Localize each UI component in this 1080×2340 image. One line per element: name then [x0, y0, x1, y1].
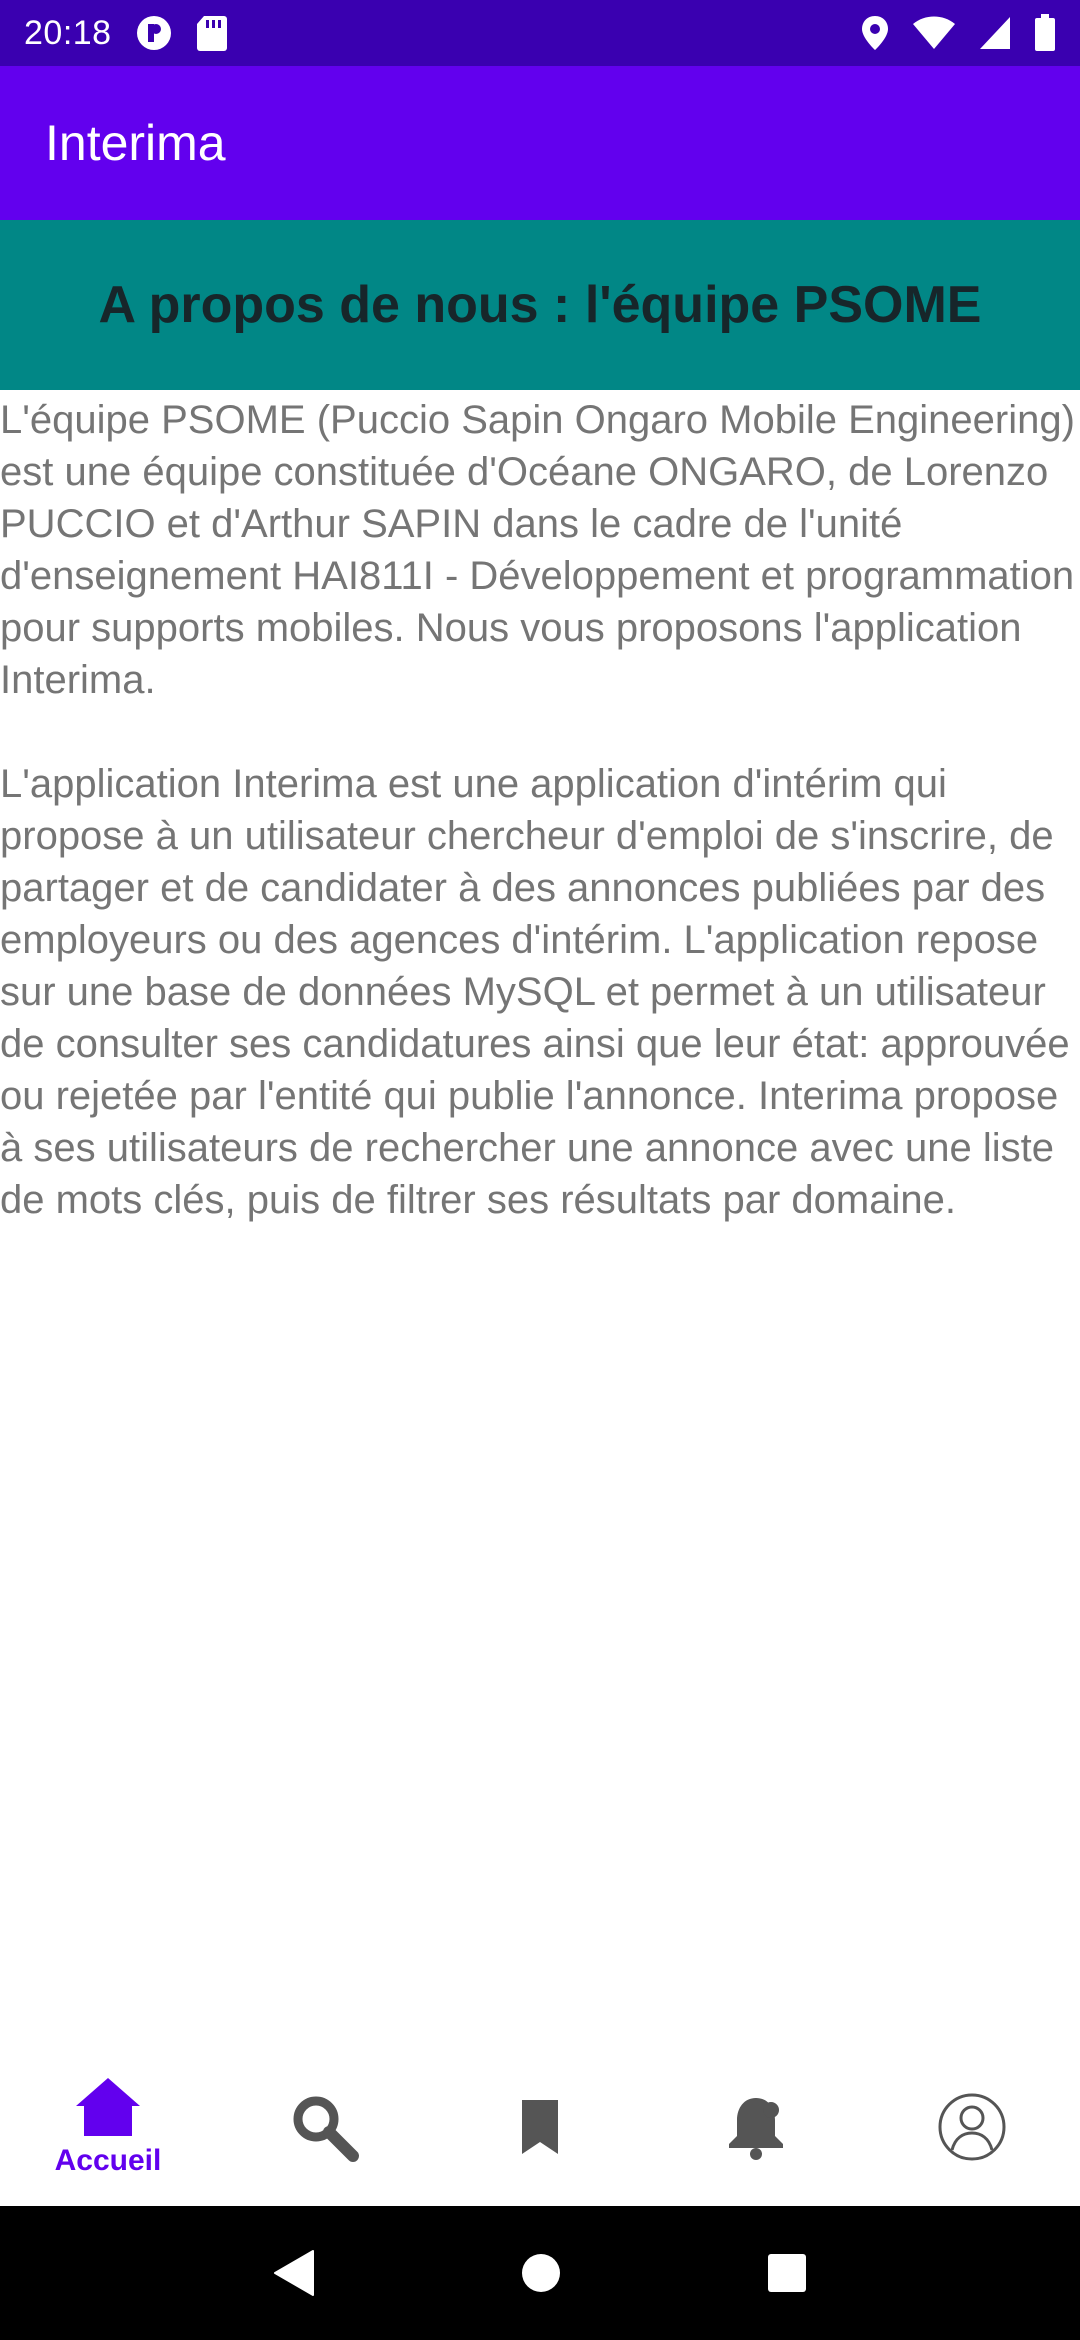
search-icon: [289, 2092, 359, 2162]
system-navigation-bar: [0, 2206, 1080, 2340]
about-banner: A propos de nous : l'équipe PSOME: [0, 220, 1080, 390]
profile-icon: [937, 2092, 1007, 2162]
nav-item-search[interactable]: [216, 2048, 432, 2206]
about-paragraph-2: L'application Interima est une applicati…: [0, 762, 1070, 1222]
app-bar: Interima: [0, 66, 1080, 220]
media-icon: [134, 13, 174, 53]
bookmark-icon: [518, 2098, 562, 2156]
nav-item-profile[interactable]: [864, 2048, 1080, 2206]
status-right: [860, 14, 1056, 52]
sd-card-icon: [196, 14, 228, 52]
app-title: Interima: [45, 115, 226, 171]
nav-item-accueil[interactable]: Accueil: [0, 2048, 216, 2206]
nav-label-accueil: Accueil: [54, 2144, 162, 2177]
status-left: 20:18: [24, 13, 228, 53]
home-icon: [74, 2076, 142, 2138]
nav-item-bookmarks[interactable]: [432, 2048, 648, 2206]
recents-icon[interactable]: [765, 2251, 809, 2295]
nav-item-notifications[interactable]: [648, 2048, 864, 2206]
screen: 20:18 Interima A propos de nous: l'équi…: [0, 0, 1080, 2340]
about-paragraph-1: L'équipe PSOME (Puccio Sapin Ongaro Mobi…: [0, 398, 1075, 702]
status-time: 20:18: [24, 13, 112, 52]
notification-bell-icon: [725, 2094, 787, 2160]
location-icon: [860, 14, 890, 52]
back-icon[interactable]: [271, 2248, 317, 2298]
wifi-icon: [912, 15, 956, 51]
signal-icon: [978, 15, 1012, 51]
banner-title: A propos de nous : l'équipe PSOME: [98, 276, 982, 334]
bottom-navigation: Accueil: [0, 2048, 1080, 2206]
about-content: L'équipe PSOME (Puccio Sapin Ongaro Mobi…: [0, 394, 1080, 1226]
status-bar: 20:18: [0, 0, 1080, 66]
battery-icon: [1034, 14, 1056, 52]
home-circle-icon[interactable]: [519, 2251, 563, 2295]
